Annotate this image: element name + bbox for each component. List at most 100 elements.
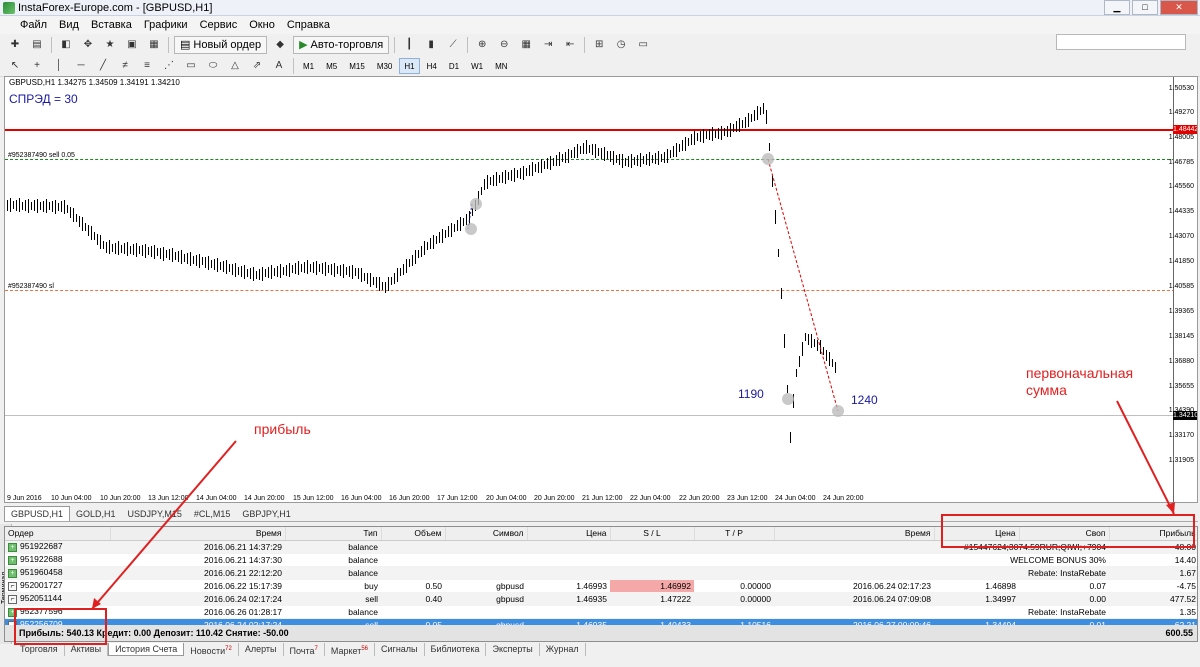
tf-m30[interactable]: M30 <box>372 58 398 74</box>
col-sl[interactable]: S / L <box>610 527 695 541</box>
type-cell: balance <box>285 605 381 619</box>
tab-label: Маркет <box>330 646 362 656</box>
close-button[interactable]: ✕ <box>1160 0 1198 15</box>
tf-m15[interactable]: M15 <box>344 58 370 74</box>
tab-gbpusd-h1[interactable]: GBPUSD,H1 <box>4 506 71 521</box>
tf-w1[interactable]: W1 <box>466 58 488 74</box>
col-order[interactable]: Ордер <box>5 527 111 541</box>
horizontal-line-icon[interactable]: ─ <box>72 57 90 75</box>
maximize-button[interactable]: □ <box>1132 0 1158 15</box>
menu-charts[interactable]: Графики <box>138 19 194 31</box>
tab-usdjpy-m15[interactable]: USDJPY,M15 <box>122 507 188 521</box>
menu-insert[interactable]: Вставка <box>85 19 138 31</box>
indicators-icon[interactable]: ⊞ <box>590 36 608 54</box>
trendline-icon[interactable]: ╱ <box>94 57 112 75</box>
terminal-icon[interactable]: ▣ <box>123 36 141 54</box>
auto-trading-button[interactable]: ▶ Авто-торговля <box>293 35 390 54</box>
tab-gold-h1[interactable]: GOLD,H1 <box>70 507 122 521</box>
arrow-icon[interactable]: ⇗ <box>248 57 266 75</box>
ellipse-icon[interactable]: ⬭ <box>204 57 222 75</box>
table-row[interactable]: +951960458 2016.06.21 22:12:20 balance R… <box>5 566 1197 580</box>
zoom-in-icon[interactable]: ⊕ <box>473 36 491 54</box>
text-icon[interactable]: A <box>270 57 288 75</box>
vertical-line-icon[interactable]: │ <box>50 57 68 75</box>
tab-signals[interactable]: Сигналы <box>375 643 425 656</box>
tab-gbpjpy-h1[interactable]: GBPJPY,H1 <box>236 507 296 521</box>
triangle-icon[interactable]: △ <box>226 57 244 75</box>
candle-chart-icon[interactable]: ▮ <box>422 36 440 54</box>
zoom-out-icon[interactable]: ⊖ <box>495 36 513 54</box>
tab-account-history[interactable]: История Счета <box>108 643 185 656</box>
tester-icon[interactable]: ▦ <box>145 36 163 54</box>
data-window-icon[interactable]: ✥ <box>79 36 97 54</box>
balance-icon: + <box>8 542 17 552</box>
market-watch-icon[interactable]: ◧ <box>57 36 75 54</box>
tab-badge: 56 <box>361 646 369 652</box>
price-label: 1.43070 <box>1168 233 1194 240</box>
templates-icon[interactable]: ▭ <box>634 36 652 54</box>
tab-journal[interactable]: Журнал <box>540 643 586 656</box>
drawing-toolbar: ↖ + │ ─ ╱ ≠ ≡ ⋰ ▭ ⬭ △ ⇗ A M1 M5 M15 M30 … <box>0 55 1200 77</box>
time-label: 21 Jun 12:00 <box>582 495 623 502</box>
search-input[interactable] <box>1056 34 1186 50</box>
tab-experts[interactable]: Эксперты <box>486 643 540 656</box>
col-price[interactable]: Цена <box>527 527 611 541</box>
rectangle-icon[interactable]: ▭ <box>182 57 200 75</box>
tf-h1[interactable]: H1 <box>399 57 420 74</box>
bar-chart-icon[interactable]: ┃ <box>400 36 418 54</box>
menu-view[interactable]: Вид <box>53 19 85 31</box>
tab-label: Эксперты <box>492 644 533 654</box>
chart-shift-icon[interactable]: ⇤ <box>561 36 579 54</box>
channel-icon[interactable]: ≠ <box>116 57 134 75</box>
tab-library[interactable]: Библиотека <box>425 643 487 656</box>
type-cell: buy <box>285 579 381 593</box>
tf-h4[interactable]: H4 <box>422 58 442 74</box>
deal-icon: ⌐ <box>8 581 17 591</box>
price-label: 1.50530 <box>1168 85 1194 92</box>
time-label: 17 Jun 12:00 <box>437 495 478 502</box>
price-label: 1.33170 <box>1168 432 1194 439</box>
menu-window[interactable]: Окно <box>243 19 281 31</box>
new-chart-icon[interactable]: ✚ <box>6 36 24 54</box>
tab-cl-m15[interactable]: #CL,M15 <box>188 507 237 521</box>
minimize-button[interactable]: ▁ <box>1104 0 1130 15</box>
table-row[interactable]: ⌐ 952051144 2016.06.24 02:17:24 sell 0.40… <box>5 592 1197 606</box>
type-cell: balance <box>285 566 381 580</box>
new-order-button[interactable]: ▤ Новый ордер <box>174 35 268 54</box>
tf-m1[interactable]: M1 <box>298 58 319 74</box>
price-chart[interactable]: GBPUSD,H1 1.34275 1.34509 1.34191 1.3421… <box>4 76 1198 503</box>
tab-mailbox[interactable]: Почта7 <box>284 643 325 656</box>
tile-windows-icon[interactable]: ▦ <box>517 36 535 54</box>
col-type[interactable]: Тип <box>285 527 382 541</box>
col-symbol[interactable]: Символ <box>445 527 528 541</box>
col-volume[interactable]: Объем <box>381 527 446 541</box>
time-label: 10 Jun 20:00 <box>100 495 141 502</box>
time-label: 22 Jun 20:00 <box>679 495 720 502</box>
tf-mn[interactable]: MN <box>490 58 512 74</box>
menu-file[interactable]: Файл <box>14 19 53 31</box>
tab-alerts[interactable]: Алерты <box>239 643 284 656</box>
line-chart-icon[interactable]: ⟋ <box>444 36 462 54</box>
cursor-icon[interactable]: ↖ <box>6 57 24 75</box>
navigator-icon[interactable]: ★ <box>101 36 119 54</box>
table-row[interactable]: +951922688 2016.06.21 14:37:30 balance W… <box>5 553 1197 567</box>
fan-icon[interactable]: ⋰ <box>160 57 178 75</box>
tab-news[interactable]: Новости72 <box>184 643 239 656</box>
volume-cell: 0.50 <box>381 579 445 593</box>
crosshair-icon[interactable]: + <box>28 57 46 75</box>
table-row[interactable]: +952377596 2016.06.26 01:28:17 balance R… <box>5 605 1197 619</box>
tab-market[interactable]: Маркет56 <box>325 643 376 656</box>
col-time[interactable]: Время <box>110 527 286 541</box>
metaeditor-icon[interactable]: ◆ <box>271 36 289 54</box>
periods-icon[interactable]: ◷ <box>612 36 630 54</box>
fibo-icon[interactable]: ≡ <box>138 57 156 75</box>
col-close-time[interactable]: Время <box>774 527 935 541</box>
tf-d1[interactable]: D1 <box>444 58 464 74</box>
menu-help[interactable]: Справка <box>281 19 336 31</box>
profiles-icon[interactable]: ▤ <box>28 36 46 54</box>
col-tp[interactable]: T / P <box>694 527 775 541</box>
autoscroll-icon[interactable]: ⇥ <box>539 36 557 54</box>
menu-tools[interactable]: Сервис <box>194 19 244 31</box>
table-row[interactable]: ⌐ 952001727 2016.06.22 15:17:39 buy 0.50 … <box>5 579 1197 593</box>
tf-m5[interactable]: M5 <box>321 58 342 74</box>
